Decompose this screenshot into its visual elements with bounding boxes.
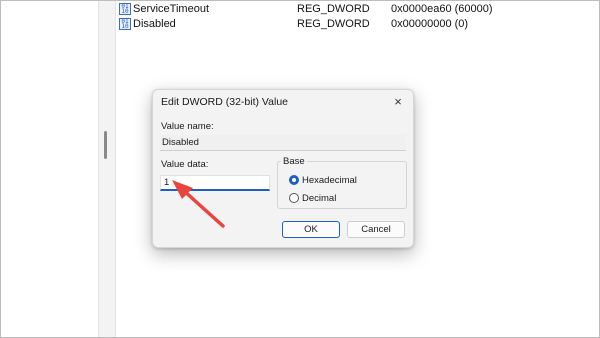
pane-splitter[interactable] <box>98 1 116 337</box>
edit-dword-dialog: Edit DWORD (32-bit) Value × Value name: … <box>152 89 414 248</box>
dialog-title: Edit DWORD (32-bit) Value <box>161 96 289 108</box>
value-name-field: Disabled <box>160 135 406 151</box>
value-name: Disabled <box>133 18 176 30</box>
ok-button[interactable]: OK <box>282 221 340 238</box>
value-name-label: Value name: <box>161 121 214 132</box>
hexadecimal-label[interactable]: Hexadecimal <box>302 175 357 186</box>
value-type: REG_DWORD <box>297 3 370 15</box>
hexadecimal-radio[interactable] <box>289 175 299 185</box>
decimal-label[interactable]: Decimal <box>302 193 336 204</box>
value-data-input[interactable] <box>160 175 270 191</box>
cancel-button[interactable]: Cancel <box>347 221 405 238</box>
registry-tree-pane[interactable] <box>1 1 98 337</box>
value-data-label: Value data: <box>161 159 209 170</box>
close-button[interactable]: × <box>387 92 409 112</box>
value-data: 0x00000000 (0) <box>391 18 469 30</box>
decimal-radio[interactable] <box>289 193 299 203</box>
list-item[interactable]: 01 10 Disabled REG_DWORD 0x00000000 (0) <box>117 16 599 32</box>
list-item[interactable]: 01 10 ServiceTimeout REG_DWORD 0x0000ea60… <box>117 1 599 17</box>
reg-binary-value-icon: 01 10 <box>119 18 131 30</box>
close-icon: × <box>394 94 402 109</box>
value-type: REG_DWORD <box>297 18 370 30</box>
value-name: ServiceTimeout <box>133 3 210 15</box>
scrollbar-thumb[interactable] <box>104 131 107 159</box>
base-group-label: Base <box>281 156 307 167</box>
reg-binary-value-icon: 01 10 <box>119 3 131 15</box>
value-data: 0x0000ea60 (60000) <box>391 3 493 15</box>
